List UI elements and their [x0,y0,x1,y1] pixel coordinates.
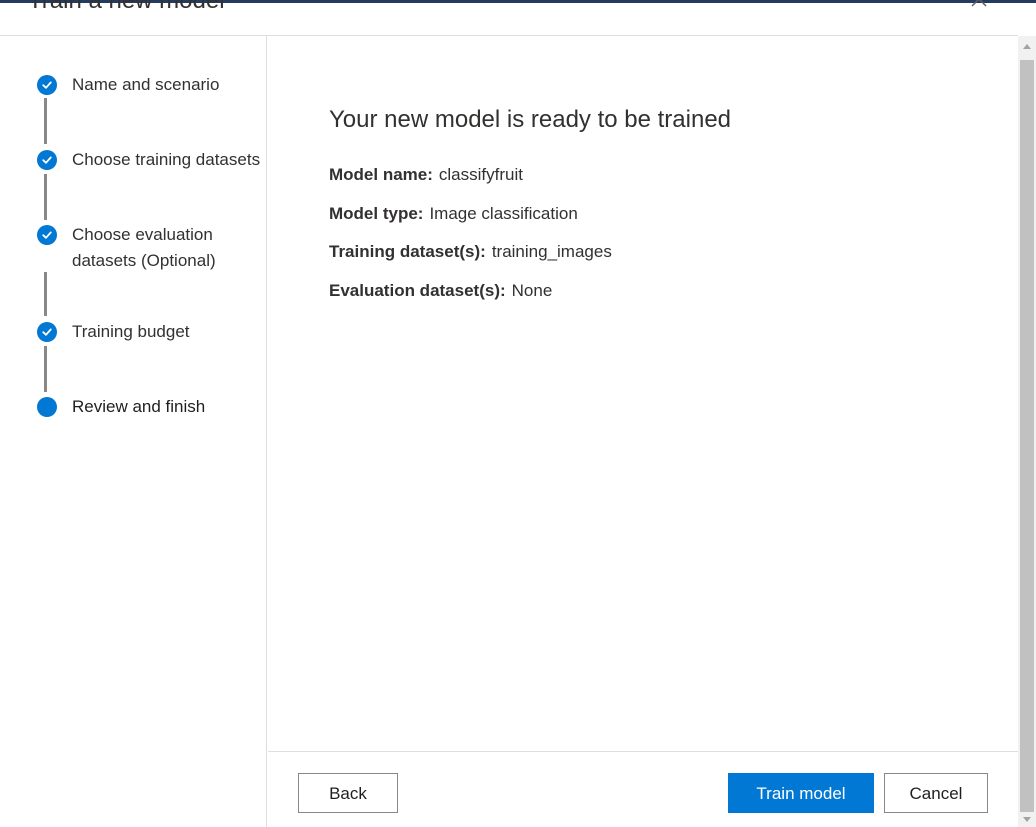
dialog-title: Train a new model [28,0,225,14]
step-name-and-scenario[interactable]: Name and scenario [0,72,266,98]
detail-row: Model type: Image classification [329,203,578,225]
close-icon [971,0,987,7]
train-model-dialog: Train a new model Name and scenario Choo… [0,0,1036,827]
step-label: Choose training datasets [72,150,261,169]
step-label: Name and scenario [72,75,220,94]
scroll-up-arrow-icon[interactable] [1018,38,1036,56]
train-model-button[interactable]: Train model [728,773,874,813]
checkmark-icon [37,75,57,95]
step-choose-training-datasets[interactable]: Choose training datasets [0,147,266,173]
detail-key: Training dataset(s): [329,242,486,261]
vertical-scrollbar[interactable] [1018,36,1036,827]
step-connector [44,272,47,316]
filled-circle-icon [37,397,57,417]
detail-row: Evaluation dataset(s): None [329,280,552,302]
wizard-steps-nav: Name and scenario Choose training datase… [0,36,267,827]
footer-divider [268,751,1018,752]
detail-value: classifyfruit [438,165,523,184]
back-button[interactable]: Back [298,773,398,813]
step-connector [44,346,47,392]
step-label: Training budget [72,322,190,341]
step-review-and-finish[interactable]: Review and finish [0,394,266,420]
scroll-thumb[interactable] [1020,60,1034,812]
detail-value: None [511,281,553,300]
cancel-button[interactable]: Cancel [884,773,988,813]
checkmark-icon [37,322,57,342]
step-label: Review and finish [72,397,206,416]
checkmark-icon [37,150,57,170]
step-label: Choose evaluation datasets (Optional) [72,225,216,270]
close-button[interactable] [966,0,992,14]
review-heading: Your new model is ready to be trained [329,106,732,133]
detail-row: Model name: classifyfruit [329,164,523,186]
step-choose-evaluation-datasets[interactable]: Choose evaluation datasets (Optional) [0,222,266,274]
detail-row: Training dataset(s): training_images [329,241,612,263]
checkmark-icon [37,225,57,245]
step-connector [44,98,47,144]
scroll-down-arrow-icon[interactable] [1018,810,1036,827]
detail-key: Model type: [329,204,424,223]
step-training-budget[interactable]: Training budget [0,319,266,345]
step-connector [44,174,47,220]
detail-key: Model name: [329,165,433,184]
detail-value: training_images [491,242,612,261]
detail-value: Image classification [429,204,578,223]
detail-key: Evaluation dataset(s): [329,281,506,300]
